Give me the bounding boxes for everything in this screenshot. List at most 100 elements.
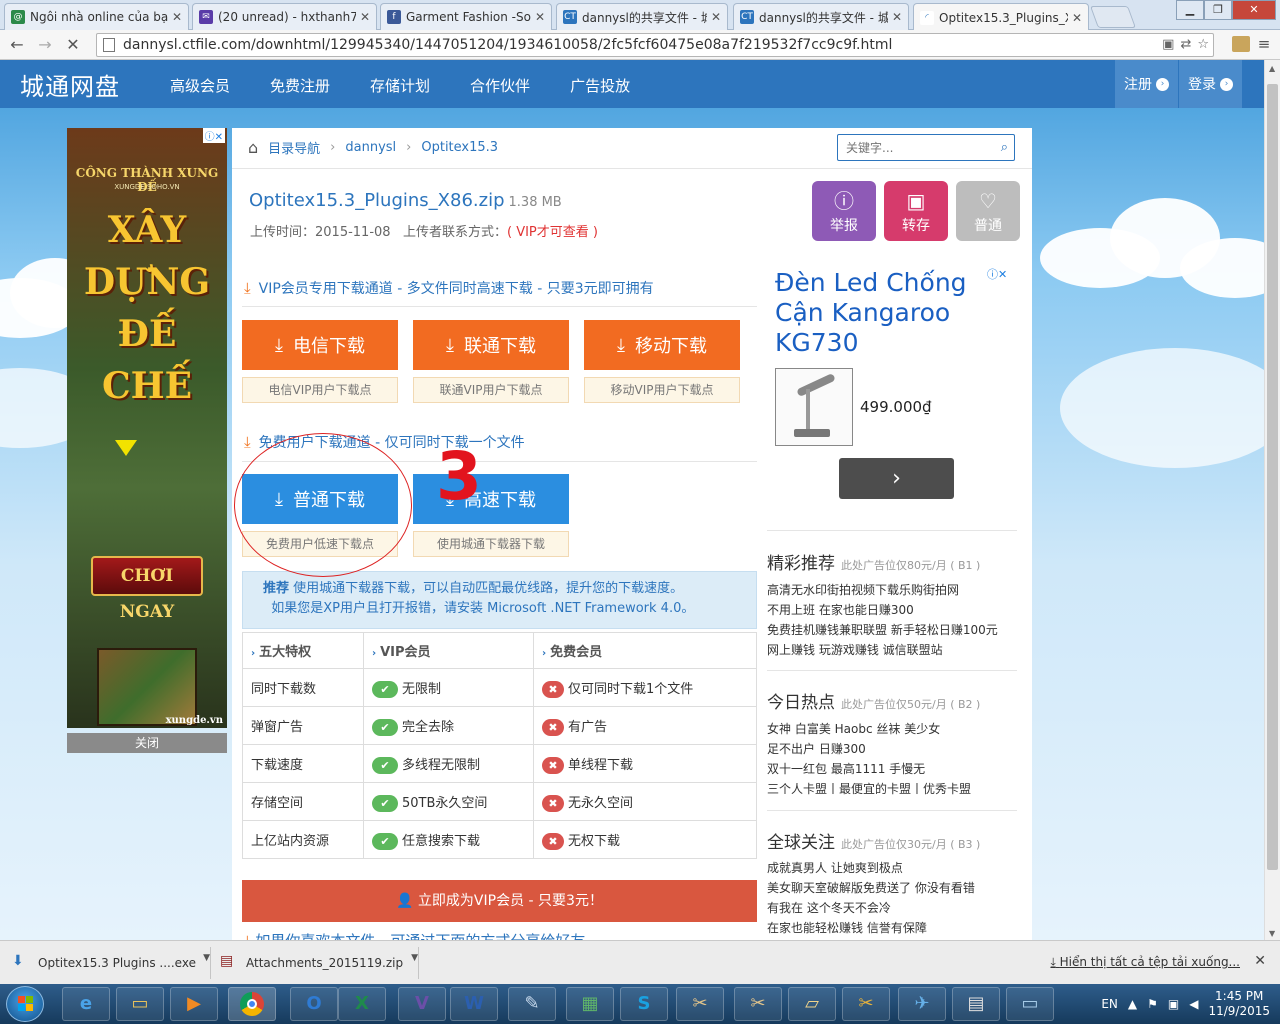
rec-note[interactable]: 此处广告位仅50元/月 ( B2 ) [841, 698, 980, 711]
register-button[interactable]: 注册 › [1114, 60, 1178, 108]
rec-note[interactable]: 此处广告位仅80元/月 ( B1 ) [841, 559, 980, 572]
minimize-icon[interactable]: ▁ [1176, 0, 1204, 20]
new-tab-button[interactable] [1089, 6, 1137, 28]
rec-link[interactable]: 美女聊天室破解版免费送了 你没有看错 [767, 878, 975, 898]
clock[interactable]: 1:45 PM 11/9/2015 [1208, 989, 1270, 1019]
outlook-icon[interactable]: O [290, 987, 338, 1021]
rec-link[interactable]: 不用上班 在家也能日赚300 [767, 600, 998, 620]
back-arrow-icon[interactable]: ← [6, 34, 28, 56]
save-to-disk-button[interactable]: ▣ 转存 [884, 181, 948, 241]
media-player-icon[interactable]: ▶ [170, 987, 218, 1021]
rec-link[interactable]: 双十一红包 最高1111 手慢无 [767, 759, 971, 779]
language-indicator[interactable]: EN [1101, 997, 1118, 1011]
adchoices-icon[interactable]: ⓘ✕ [987, 266, 1007, 282]
ad-play-now-button[interactable]: CHƠI NGAY [91, 556, 203, 622]
scissors-icon[interactable]: ✂ [842, 987, 890, 1021]
window-close-icon[interactable]: ✕ [1232, 0, 1276, 20]
left-banner-ad[interactable]: ⓘ✕ CÔNG THÀNH XUNG ĐẾ XUNGDE.SOHO.VN XÂY… [67, 128, 227, 728]
rec-link[interactable]: 高清无水印街拍视频下载乐购街拍网 [767, 580, 998, 600]
contact-vip-only[interactable]: ( VIP才可查看 ) [507, 225, 598, 240]
nav-register-free[interactable]: 免费注册 [270, 75, 330, 96]
login-button[interactable]: 登录 › [1178, 60, 1242, 108]
become-vip-button[interactable]: 👤 立即成为VIP会员 - 只要3元！ [242, 880, 757, 922]
close-icon[interactable]: ✕ [535, 10, 545, 24]
pattern-tool-icon[interactable]: ✂ [676, 987, 724, 1021]
close-icon[interactable]: ✕ [172, 10, 182, 24]
unicom-download-button[interactable]: ⤓ 联通下载 [413, 320, 569, 370]
download-item[interactable]: ⬇ Optitex15.3 Plugins ....exe ▼ [12, 945, 210, 981]
browser-tab-2[interactable]: ✉ (20 unread) - hxthanh7 ✕ [192, 3, 377, 30]
breadcrumb-user[interactable]: dannysl [345, 140, 396, 155]
rec-link[interactable]: 在家也能轻松赚钱 信誉有保障 [767, 918, 975, 938]
close-icon[interactable]: ✕ [711, 10, 721, 24]
ad-next-button[interactable]: › [839, 458, 954, 499]
tray-expand-icon[interactable]: ▲ [1128, 997, 1137, 1011]
rec-link[interactable]: 女神 白富美 Haobc 丝袜 美少女 [767, 719, 971, 739]
scroll-down-icon[interactable]: ▼ [1269, 929, 1275, 938]
chrome-icon[interactable] [228, 987, 276, 1021]
rec-link[interactable]: 免费挂机赚钱兼职联盟 新手轻松日赚100元 [767, 620, 998, 640]
browser-tab-5[interactable]: CT dannysl的共享文件 - 城 ✕ [733, 3, 909, 30]
browser-tab-1[interactable]: @ Ngôi nhà online của bạ ✕ [4, 3, 189, 30]
product-ad-image[interactable] [775, 368, 853, 446]
network-icon[interactable]: ▣ [1168, 997, 1179, 1011]
close-ad-button[interactable]: 关闭 [67, 733, 227, 753]
page-scrollbar[interactable]: ▲ ▼ [1264, 60, 1280, 940]
start-button[interactable] [6, 986, 44, 1022]
rec-note[interactable]: 此处广告位仅30元/月 ( B3 ) [841, 838, 980, 851]
adchoices-icon[interactable]: ⓘ✕ [202, 128, 225, 143]
visio-icon[interactable]: V [398, 987, 446, 1021]
blocked-popup-icon[interactable]: ▣ [1162, 37, 1174, 52]
document-app-icon[interactable]: ▤ [952, 987, 1000, 1021]
breadcrumb-home[interactable]: 目录导航 [268, 138, 320, 157]
scanner-icon[interactable]: ▱ [788, 987, 836, 1021]
file-explorer-icon[interactable]: ▭ [116, 987, 164, 1021]
report-button[interactable]: ⓘ 举报 [812, 181, 876, 241]
telecom-download-button[interactable]: ⤓ 电信下载 [242, 320, 398, 370]
paint-icon[interactable]: ✎ [508, 987, 556, 1021]
home-icon[interactable]: ⌂ [248, 138, 258, 157]
scroll-thumb[interactable] [1267, 84, 1278, 870]
spreadsheet-app-icon[interactable]: ▦ [566, 987, 614, 1021]
skype-icon[interactable]: S [620, 987, 668, 1021]
rec-link[interactable]: 三个人卡盟丨最便宜的卡盟丨优秀卡盟 [767, 779, 971, 799]
search-input[interactable] [846, 140, 986, 155]
rec-link[interactable]: 有我在 这个冬天不会冷 [767, 898, 975, 918]
chevron-down-icon[interactable]: ▼ [203, 953, 210, 963]
action-center-icon[interactable]: ⚑ [1147, 997, 1158, 1011]
excel-icon[interactable]: X [338, 987, 386, 1021]
browser-tab-3[interactable]: f Garment Fashion -Softv ✕ [380, 3, 552, 30]
browser-tab-4[interactable]: CT dannysl的共享文件 - 城 ✕ [556, 3, 728, 30]
breadcrumb-folder[interactable]: Optitex15.3 [421, 140, 498, 155]
internet-explorer-icon[interactable]: e [62, 987, 110, 1021]
search-icon[interactable]: ⌕ [1001, 140, 1008, 155]
address-bar[interactable]: dannysl.ctfile.com/downhtml/129945340/14… [96, 33, 1214, 57]
close-icon[interactable]: ✕ [1072, 11, 1082, 25]
mobile-download-button[interactable]: ⤓ 移动下载 [584, 320, 740, 370]
browser-tab-active[interactable]: ◜ Optitex15.3_Plugins_X8 ✕ [913, 3, 1089, 31]
forward-arrow-icon[interactable]: → [34, 34, 56, 56]
word-icon[interactable]: W [450, 987, 498, 1021]
close-icon[interactable]: ✕ [892, 10, 902, 24]
product-ad-title[interactable]: Đèn Led Chống Cận Kangaroo KG730 [775, 268, 975, 358]
menu-icon[interactable]: ≡ [1256, 36, 1272, 52]
nav-advertise[interactable]: 广告投放 [570, 75, 630, 96]
volume-icon[interactable]: ◀ [1189, 997, 1198, 1011]
nav-storage-plan[interactable]: 存储计划 [370, 75, 430, 96]
remote-desktop-icon[interactable]: ▭ [1006, 987, 1054, 1021]
bookmark-star-icon[interactable]: ☆ [1197, 37, 1209, 52]
show-all-downloads-link[interactable]: ⤓ Hiển thị tất cả tệp tải xuống... [1050, 955, 1240, 970]
rec-link[interactable]: 足不出户 日赚300 [767, 739, 971, 759]
nav-partners[interactable]: 合作伙伴 [470, 75, 530, 96]
favorite-button[interactable]: ♡ 普通 [956, 181, 1020, 241]
maximize-icon[interactable]: ❐ [1204, 0, 1232, 20]
nav-premium[interactable]: 高级会员 [170, 75, 230, 96]
rec-link[interactable]: 成就真男人 让她爽到极点 [767, 858, 975, 878]
pattern-tool-icon[interactable]: ✂ [734, 987, 782, 1021]
close-icon[interactable]: ✕ [1254, 953, 1266, 969]
translate-icon[interactable]: ⇄ [1180, 37, 1191, 52]
plane-icon[interactable]: ✈ [898, 987, 946, 1021]
scroll-up-icon[interactable]: ▲ [1269, 64, 1275, 73]
site-logo[interactable]: 城通网盘 [20, 67, 120, 102]
chevron-down-icon[interactable]: ▼ [411, 953, 418, 963]
